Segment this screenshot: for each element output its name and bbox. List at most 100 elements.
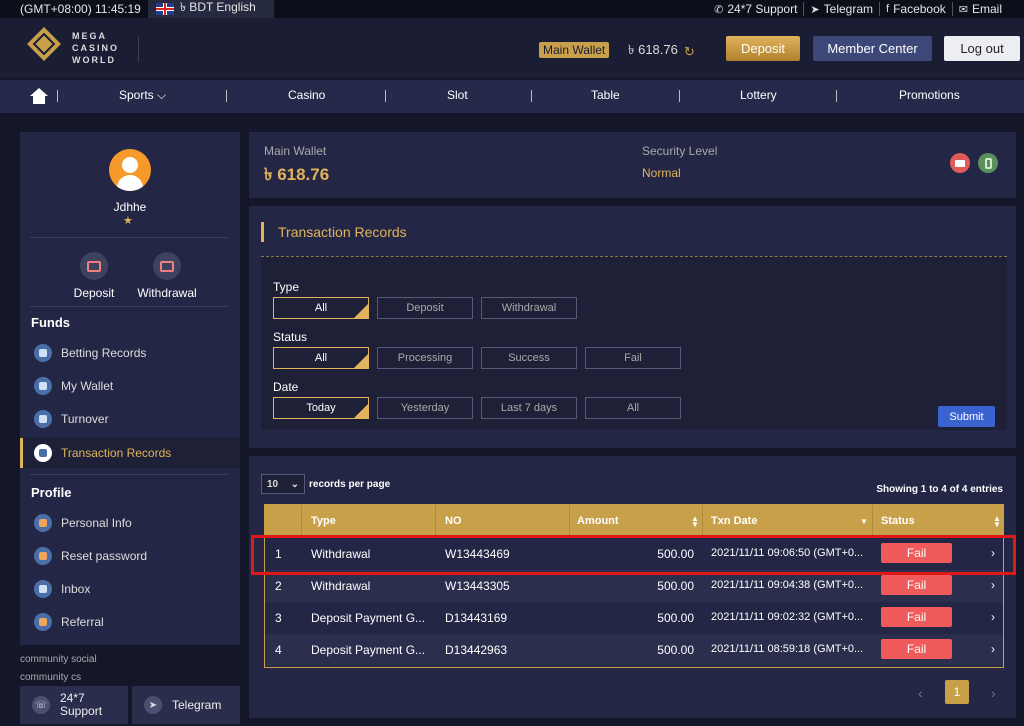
date-yesterday-option[interactable]: Yesterday — [377, 397, 473, 419]
telegram-link[interactable]: ➤ Telegram — [803, 2, 879, 16]
filter-box: Type All Deposit Withdrawal Status All P… — [261, 256, 1007, 430]
refresh-icon[interactable]: ↻ — [684, 44, 695, 60]
next-page-button[interactable]: › — [991, 685, 996, 701]
sidebar-item-personal-info[interactable]: Personal Info — [20, 508, 240, 538]
receipt-icon — [34, 344, 52, 362]
entries-info: Showing 1 to 4 of 4 entries — [876, 484, 1003, 495]
language-label: ৳ BDT English — [180, 0, 256, 14]
records-table: Type NO Amount ▲ ▼ Txn Date ▼ Status ▲ ▼ 1… — [264, 504, 1004, 668]
facebook-icon: f — [886, 3, 890, 15]
type-deposit-option[interactable]: Deposit — [377, 297, 473, 319]
main-wallet-label: Main Wallet — [264, 144, 327, 158]
nav-lottery[interactable]: Lottery — [740, 88, 777, 102]
deposit-button[interactable]: Deposit — [726, 36, 800, 61]
member-center-button[interactable]: Member Center — [813, 36, 932, 61]
col-txn-date[interactable]: Txn Date — [711, 515, 757, 527]
email-link[interactable]: ✉ Email — [951, 2, 1008, 16]
type-withdrawal-option[interactable]: Withdrawal — [481, 297, 577, 319]
table-row[interactable]: 4 Deposit Payment G... D13442963 500.00 … — [265, 634, 1003, 666]
withdraw-icon — [153, 252, 181, 280]
main-wallet-value: ৳ 618.76 — [264, 165, 330, 184]
status-fail-option[interactable]: Fail — [585, 347, 681, 369]
prev-page-button[interactable]: ‹ — [918, 685, 923, 701]
profile-heading: Profile — [31, 485, 72, 500]
table-row[interactable]: 1 Withdrawal W13443469 500.00 2021/11/11… — [265, 538, 1003, 570]
transaction-filter-panel: Transaction Records Type All Deposit Wit… — [249, 206, 1016, 448]
type-all-option[interactable]: All — [273, 297, 369, 319]
support-link[interactable]: ✆ 24*7 Support — [708, 2, 803, 16]
funds-heading: Funds — [31, 315, 70, 330]
facebook-link[interactable]: f Facebook — [879, 2, 952, 16]
chevron-right-icon[interactable]: › — [991, 578, 995, 592]
community-cs-label: community cs — [20, 672, 82, 683]
status-processing-option[interactable]: Processing — [377, 347, 473, 369]
submit-button[interactable]: Submit — [938, 406, 995, 427]
sidebar-withdrawal-button[interactable]: Withdrawal — [127, 252, 207, 300]
type-label: Type — [273, 280, 300, 294]
page-1-button[interactable]: 1 — [945, 680, 969, 704]
table-row[interactable]: 2 Withdrawal W13443305 500.00 2021/11/11… — [265, 570, 1003, 602]
page-title: Transaction Records — [261, 222, 407, 242]
email-verify-icon[interactable] — [950, 153, 970, 173]
nav-sports[interactable]: Sports ⌵ — [119, 88, 166, 103]
date-all-option[interactable]: All — [585, 397, 681, 419]
inbox-icon — [34, 580, 52, 598]
phone-icon: ✆ — [714, 3, 724, 16]
sidebar-deposit-button[interactable]: Deposit — [54, 252, 134, 300]
nav-promotions[interactable]: Promotions — [899, 88, 960, 102]
headset-icon: ☏ — [32, 696, 50, 714]
wallet-icon — [80, 252, 108, 280]
records-panel: 10 ⌄ records per page Showing 1 to 4 of … — [249, 456, 1016, 718]
sidebar-item-turnover[interactable]: Turnover — [20, 404, 240, 434]
top-bar: (GMT+08:00) 11:45:19 ৳ BDT English ✆ 24*7… — [0, 0, 1024, 18]
status-label: Status — [273, 330, 308, 344]
nav-table[interactable]: Table — [591, 88, 620, 102]
sidebar-item-reset-password[interactable]: Reset password — [20, 541, 240, 571]
avatar — [109, 149, 151, 191]
sidebar: Jdhhe ★ Deposit Withdrawal Funds Betting… — [20, 132, 240, 645]
username: Jdhhe — [113, 200, 147, 214]
telegram-button[interactable]: ➤ Telegram — [132, 686, 240, 724]
chevron-right-icon[interactable]: › — [991, 610, 995, 624]
security-level-value: Normal — [642, 166, 681, 180]
col-type[interactable]: Type — [311, 515, 336, 527]
status-all-option[interactable]: All — [273, 347, 369, 369]
sort-icon[interactable]: ▲ ▼ — [691, 515, 699, 529]
security-level-label: Security Level — [642, 144, 718, 158]
status-success-option[interactable]: Success — [481, 347, 577, 369]
date-today-option[interactable]: Today — [273, 397, 369, 419]
uk-flag-icon — [156, 3, 174, 15]
col-amount[interactable]: Amount — [577, 515, 619, 527]
nav-slot[interactable]: Slot — [447, 88, 468, 102]
chevron-right-icon[interactable]: › — [991, 642, 995, 656]
sidebar-item-transaction-records[interactable]: Transaction Records — [20, 438, 240, 468]
wallet-icon — [34, 377, 52, 395]
star-icon: ★ — [123, 215, 133, 227]
sort-desc-icon[interactable]: ▼ — [860, 518, 868, 526]
sidebar-item-betting-records[interactable]: Betting Records — [20, 338, 240, 368]
sidebar-item-my-wallet[interactable]: My Wallet — [20, 371, 240, 401]
chevron-right-icon[interactable]: › — [991, 546, 995, 560]
sidebar-item-referral[interactable]: Referral — [20, 607, 240, 637]
nav-casino[interactable]: Casino — [288, 88, 325, 102]
support-button[interactable]: ☏ 24*7 Support — [20, 686, 128, 724]
home-icon[interactable] — [30, 88, 48, 104]
sort-icon[interactable]: ▲ ▼ — [993, 515, 1001, 529]
wallet-amount: ৳ 618.76 — [628, 42, 678, 57]
col-no[interactable]: NO — [445, 515, 462, 527]
language-selector[interactable]: ৳ BDT English — [148, 0, 274, 18]
sidebar-item-inbox[interactable]: Inbox — [20, 574, 240, 604]
site-logo[interactable]: MEGA CASINO WORLD — [24, 27, 119, 68]
logout-button[interactable]: Log out — [944, 36, 1020, 61]
table-row[interactable]: 3 Deposit Payment G... D13443169 500.00 … — [265, 602, 1003, 634]
clock-text: (GMT+08:00) 11:45:19 — [20, 2, 141, 16]
main-wallet-badge: Main Wallet — [539, 42, 610, 58]
phone-verify-icon[interactable] — [978, 153, 998, 173]
lock-icon — [34, 547, 52, 565]
logo-diamond-icon — [24, 27, 64, 68]
date-last7-option[interactable]: Last 7 days — [481, 397, 577, 419]
status-badge: Fail — [881, 639, 952, 659]
per-page-select[interactable]: 10 ⌄ — [261, 474, 305, 494]
col-status[interactable]: Status — [881, 515, 915, 527]
wallet-summary-panel: Main Wallet ৳ 618.76 Security Level Norm… — [249, 132, 1016, 198]
